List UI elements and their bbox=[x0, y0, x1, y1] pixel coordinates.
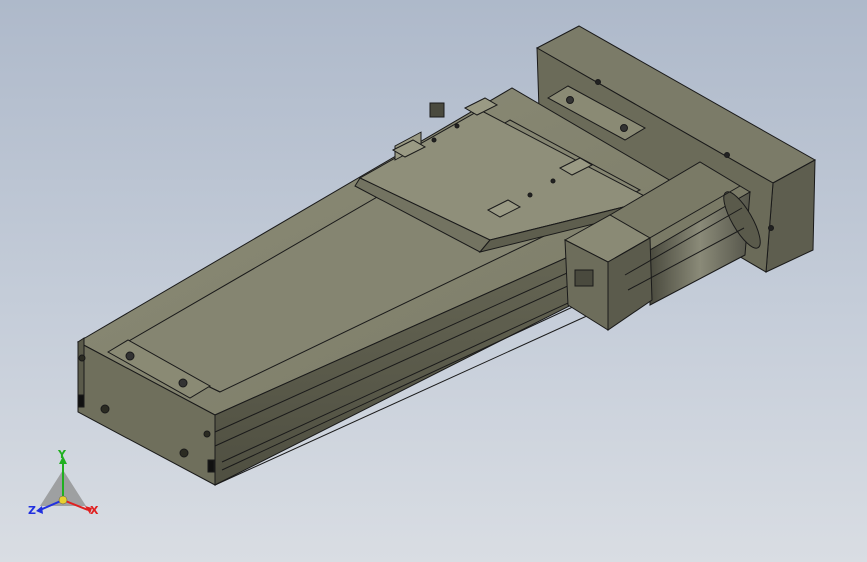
triad-z-label: Z bbox=[28, 504, 36, 517]
triad-y-label: Y bbox=[58, 448, 66, 461]
linear-actuator-model[interactable] bbox=[0, 0, 867, 562]
cad-graphics-viewport[interactable]: Y X Z bbox=[0, 0, 867, 562]
triad-x-label: X bbox=[90, 504, 99, 517]
